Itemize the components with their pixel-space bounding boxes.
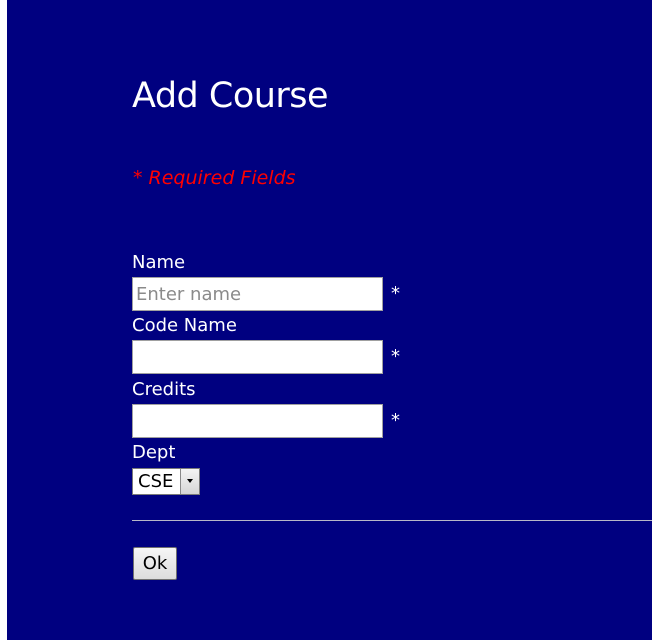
code-name-label: Code Name (132, 315, 237, 336)
name-label: Name (132, 252, 186, 273)
add-course-page: Add Course * Required Fields Name * Code… (7, 0, 652, 640)
name-required-mark: * (391, 283, 400, 304)
page-title: Add Course (132, 76, 329, 116)
credits-required-mark: * (391, 410, 400, 431)
name-input[interactable] (132, 277, 383, 311)
dept-dropdown-button[interactable] (180, 469, 199, 494)
required-fields-note: * Required Fields (133, 167, 296, 189)
dept-selected-value: CSE (138, 471, 174, 492)
ok-button[interactable]: Ok (133, 547, 177, 580)
dept-select[interactable]: CSE (132, 468, 200, 495)
code-name-required-mark: * (391, 346, 400, 367)
credits-input[interactable] (132, 404, 383, 438)
dept-label: Dept (132, 442, 176, 463)
divider (132, 520, 652, 521)
code-name-input[interactable] (132, 340, 383, 374)
chevron-down-icon (187, 479, 193, 483)
credits-label: Credits (132, 379, 196, 400)
